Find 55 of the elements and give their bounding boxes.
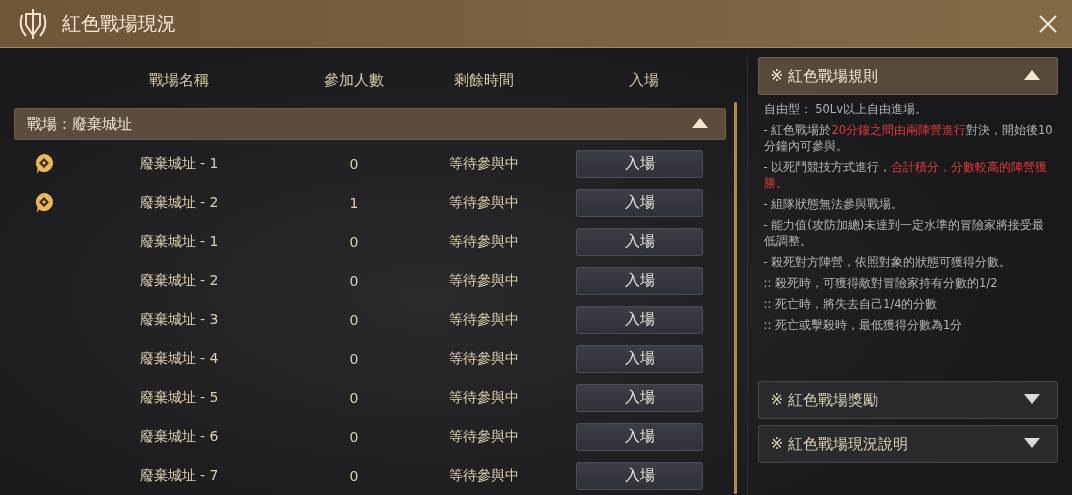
remaining-time: 等待參與中 bbox=[448, 388, 520, 407]
battlefield-name: 廢棄城址 - 4 bbox=[138, 349, 220, 368]
battlefield-name: 廢棄城址 - 2 bbox=[138, 271, 220, 290]
battlefield-name: 廢棄城址 - 7 bbox=[138, 466, 220, 485]
player-count: 0 bbox=[348, 350, 360, 367]
player-count: 0 bbox=[348, 272, 360, 289]
section-header[interactable]: ※ 紅色戰場獎勵 bbox=[757, 381, 1058, 419]
column-header: 入場 bbox=[628, 70, 660, 90]
rule-text: - 組隊狀態無法參與戰場。 bbox=[763, 196, 905, 212]
section-header[interactable]: ※ 紅色戰場規則 bbox=[757, 57, 1058, 95]
battlefield-name: 廢棄城址 - 1 bbox=[138, 154, 220, 173]
rule-text: :: 殺死時，可獲得敵對冒險家持有分數的1/2 bbox=[763, 275, 999, 291]
player-count: 0 bbox=[348, 428, 360, 445]
enter-button[interactable]: 入場 bbox=[576, 461, 703, 490]
battlefield-name: 廢棄城址 - 1 bbox=[138, 232, 220, 251]
enter-button[interactable]: 入場 bbox=[576, 344, 703, 373]
remaining-time: 等待參與中 bbox=[448, 193, 520, 212]
player-count: 0 bbox=[348, 233, 360, 250]
rule-text: 自由型： 50Lv以上自由進場。 bbox=[763, 101, 929, 117]
rule-text: - 以死鬥競技方式進行，合計積分，分數較高的陣營獲勝。 bbox=[763, 159, 1049, 191]
rule-text: - 殺死對方陣營，依照對象的狀態可獲得分數。 bbox=[763, 254, 1013, 270]
remaining-time: 等待參與中 bbox=[448, 232, 520, 251]
column-header: 戰場名稱 bbox=[148, 70, 210, 90]
player-count: 0 bbox=[348, 311, 360, 328]
remaining-time: 等待參與中 bbox=[448, 349, 520, 368]
rule-text: - 能力值(攻防加總)未達到一定水準的冒險家將接受最低調整。 bbox=[763, 217, 1046, 249]
player-count: 1 bbox=[348, 194, 360, 211]
enter-button[interactable]: 入場 bbox=[576, 227, 703, 256]
group-header[interactable]: 戰場：廢棄城址 bbox=[14, 108, 726, 140]
battlefield-name: 廢棄城址 - 2 bbox=[138, 193, 220, 212]
remaining-time: 等待參與中 bbox=[448, 466, 520, 485]
rule-text: :: 死亡時，將失去自己1/4的分數 bbox=[763, 296, 939, 312]
remaining-time: 等待參與中 bbox=[448, 271, 520, 290]
enter-button[interactable]: 入場 bbox=[576, 383, 703, 412]
section-header[interactable]: ※ 紅色戰場現況說明 bbox=[757, 425, 1058, 463]
remaining-time: 等待參與中 bbox=[448, 427, 520, 446]
window-title: 紅色戰場現況 bbox=[62, 10, 177, 36]
battlefield-name: 廢棄城址 - 6 bbox=[138, 427, 220, 446]
rule-text: :: 死亡或擊殺時，最低獲得分數為1分 bbox=[763, 317, 964, 333]
player-count: 0 bbox=[348, 389, 360, 406]
column-header: 參加人數 bbox=[323, 70, 385, 90]
enter-button[interactable]: 入場 bbox=[576, 422, 703, 451]
enter-button[interactable]: 入場 bbox=[576, 188, 703, 217]
enter-button[interactable]: 入場 bbox=[576, 305, 703, 334]
battlefield-name: 廢棄城址 - 5 bbox=[138, 388, 220, 407]
rule-text: - 紅色戰場於20分鐘之間由兩陣營進行對決，開始後10分鐘內可參與。 bbox=[763, 122, 1054, 154]
remaining-time: 等待參與中 bbox=[448, 154, 520, 173]
player-count: 0 bbox=[348, 467, 360, 484]
scrollbar[interactable] bbox=[733, 102, 737, 494]
enter-button[interactable]: 入場 bbox=[576, 266, 703, 295]
battlefield-name: 廢棄城址 - 3 bbox=[138, 310, 220, 329]
remaining-time: 等待參與中 bbox=[448, 310, 520, 329]
column-header: 剩餘時間 bbox=[453, 70, 515, 90]
enter-button[interactable]: 入場 bbox=[576, 149, 703, 178]
player-count: 0 bbox=[348, 155, 360, 172]
